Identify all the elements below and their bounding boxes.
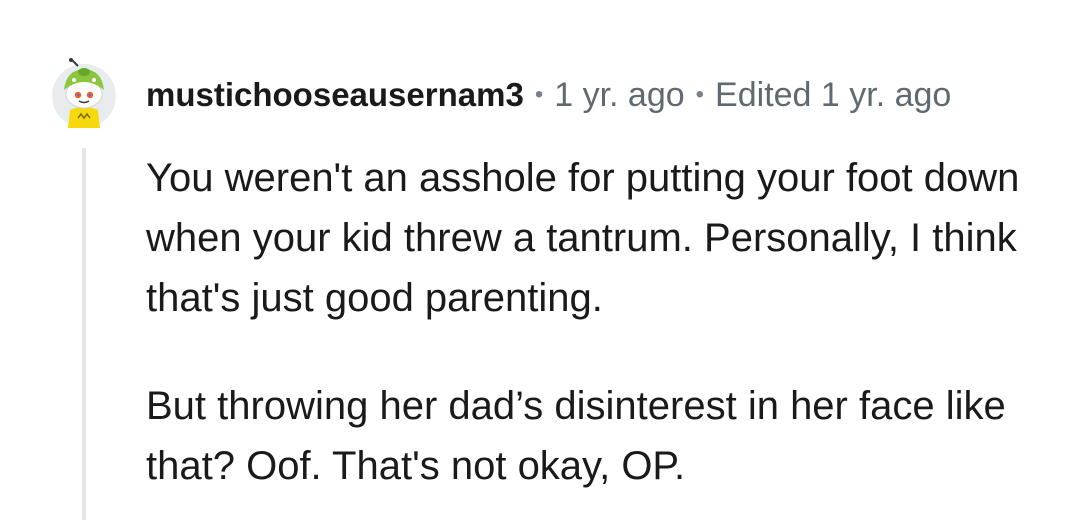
comment-paragraph: You weren't an asshole for putting your …: [146, 156, 1020, 320]
comment-paragraph: But throwing her dad’s disinterest in he…: [146, 384, 1006, 488]
timestamp: 1 yr. ago: [554, 75, 685, 114]
edited-timestamp: Edited 1 yr. ago: [715, 75, 952, 114]
comment-body: You weren't an asshole for putting your …: [146, 148, 1046, 496]
meta-separator: •: [695, 81, 705, 108]
comment-meta: mustichooseausernam3 • 1 yr. ago • Edite…: [146, 70, 951, 120]
username-link[interactable]: mustichooseausernam3: [146, 76, 524, 114]
comment: mustichooseausernam3 • 1 yr. ago • Edite…: [0, 0, 1079, 520]
thread-collapse-line[interactable]: [82, 148, 86, 520]
meta-separator: •: [534, 81, 544, 108]
snoo-avatar-icon: [52, 58, 116, 128]
user-avatar[interactable]: [50, 58, 118, 128]
